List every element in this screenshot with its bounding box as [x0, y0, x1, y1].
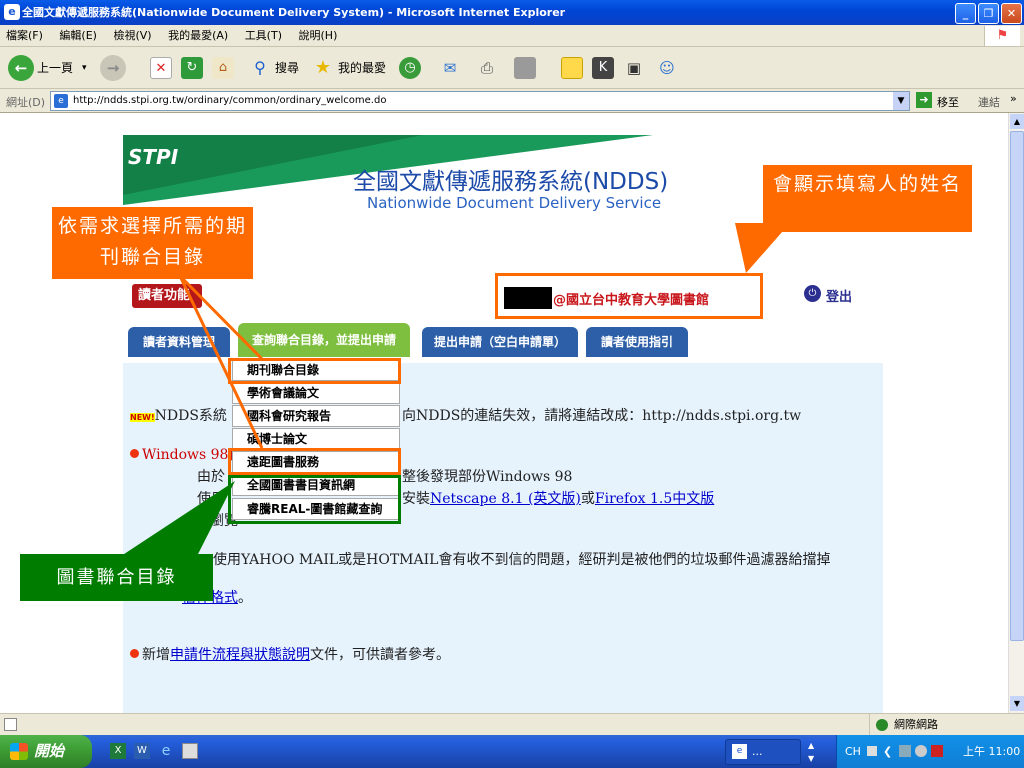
status-divider [869, 714, 870, 736]
menu-edit[interactable]: 編輯(E) [59, 29, 97, 42]
maximize-button[interactable]: ❐ [978, 3, 999, 24]
address-bar: 網址(D) e http://ndds.stpi.org.tw/ordinary… [0, 89, 1024, 113]
research-icon[interactable]: K [592, 57, 614, 79]
word-icon[interactable]: W [134, 743, 150, 759]
menu-file[interactable]: 檔案(F) [6, 29, 43, 42]
media-icon[interactable]: ▣ [623, 57, 645, 79]
start-label: 開始 [34, 742, 65, 760]
ie-quicklaunch-icon[interactable]: e [158, 743, 174, 759]
favorites-button-label[interactable]: 我的最愛 [338, 54, 386, 82]
vertical-scrollbar[interactable]: ▲ ▼ [1008, 113, 1024, 713]
scroll-down-icon[interactable]: ▼ [1010, 696, 1024, 711]
window-titlebar: e 全國文獻傳遞服務系統(Nationwide Document Deliver… [0, 0, 1024, 25]
desktop-icon[interactable] [182, 743, 198, 759]
go-arrow-icon[interactable]: ➜ [916, 92, 932, 108]
ime-icon[interactable] [867, 746, 877, 756]
language-indicator[interactable]: CH [845, 735, 861, 768]
back-dropdown-icon[interactable]: ▾ [82, 54, 87, 82]
home-icon[interactable]: ⌂ [212, 57, 234, 79]
callout-user-name: 會顯示填寫人的姓名 [763, 165, 972, 232]
messenger-icon[interactable]: ☺ [656, 57, 678, 79]
window-title: 全國文獻傳遞服務系統(Nationwide Document Delivery … [22, 6, 566, 19]
address-label: 網址(D) [6, 96, 46, 109]
minimize-button[interactable]: _ [955, 3, 976, 24]
ie-window-icon: e [4, 4, 20, 20]
refresh-icon[interactable]: ↻ [181, 57, 203, 79]
stop-icon[interactable]: ✕ [150, 57, 172, 79]
windows-flag-icon: ⚑ [984, 26, 1020, 46]
links-chevron-icon[interactable]: » [1010, 92, 1017, 105]
back-button-label[interactable]: 上一頁 [37, 54, 73, 82]
forward-arrow-icon[interactable]: → [100, 55, 126, 81]
volume-icon[interactable] [915, 745, 927, 757]
menu-tools[interactable]: 工具(T) [245, 29, 282, 42]
edit-icon[interactable] [514, 57, 536, 79]
clock: 上午 11:00 [963, 745, 1021, 758]
print-icon[interactable]: ⎙ [476, 57, 498, 79]
windows-logo-icon [10, 743, 28, 760]
search-button-label[interactable]: 搜尋 [275, 54, 299, 82]
internet-globe-icon [876, 719, 888, 731]
tray-expand-icon[interactable]: ❮ [883, 745, 892, 758]
taskbar-window-button[interactable]: e ... [725, 739, 801, 765]
menu-view[interactable]: 檢視(V) [113, 29, 151, 42]
menu-help[interactable]: 說明(H) [299, 29, 338, 42]
excel-icon[interactable]: X [110, 743, 126, 759]
scroll-up-icon[interactable]: ▲ [1010, 114, 1024, 129]
taskbar-scroll-icon[interactable]: ▲ ▼ [808, 739, 820, 765]
toolbar: ← 上一頁 ▾ → ✕ ↻ ⌂ ⚲ 搜尋 ★ 我的最愛 ◷ ✉ ⎙ K ▣ ☺ [0, 47, 1024, 89]
notes-icon[interactable] [561, 57, 583, 79]
status-bar: 網際網路 [0, 713, 1024, 736]
system-tray: CH ❮ 上午 11:00 [836, 735, 1024, 768]
taskbar-ie-icon: e [732, 744, 747, 759]
callout-book-catalog: 圖書聯合目錄 [20, 554, 213, 601]
address-url: http://ndds.stpi.org.tw/ordinary/common/… [73, 95, 387, 106]
menubar: 檔案(F) 編輯(E) 檢視(V) 我的最愛(A) 工具(T) 說明(H) [0, 25, 1024, 47]
back-arrow-icon[interactable]: ← [8, 55, 34, 81]
page-icon: e [54, 94, 68, 108]
taskbar: 開始 X W e e ... ▲ ▼ CH ❮ 上午 11:00 [0, 735, 1024, 768]
zone-label: 網際網路 [894, 718, 938, 731]
scroll-thumb[interactable] [1010, 131, 1024, 641]
favorites-star-icon[interactable]: ★ [312, 57, 334, 79]
network-icon[interactable] [899, 745, 911, 757]
mail-icon[interactable]: ✉ [439, 57, 461, 79]
address-dropdown-icon[interactable]: ▼ [893, 92, 909, 110]
callout-journal-catalog: 依需求選擇所需的期刊聯合目錄 [52, 207, 253, 279]
search-icon[interactable]: ⚲ [249, 57, 271, 79]
links-label[interactable]: 連結 [978, 94, 1000, 110]
antivirus-icon[interactable] [931, 745, 943, 757]
address-input[interactable]: e http://ndds.stpi.org.tw/ordinary/commo… [50, 91, 910, 111]
menu-favorites[interactable]: 我的最愛(A) [168, 29, 228, 42]
start-button[interactable]: 開始 [0, 735, 92, 768]
page-content: STPI 全國文獻傳遞服務系統(NDDS) Nationwide Documen… [0, 113, 1008, 713]
page-status-icon [4, 718, 17, 731]
close-button[interactable]: ✕ [1001, 3, 1022, 24]
taskbar-window-label: ... [752, 745, 763, 758]
go-button-label[interactable]: 移至 [937, 94, 959, 110]
history-icon[interactable]: ◷ [399, 57, 421, 79]
